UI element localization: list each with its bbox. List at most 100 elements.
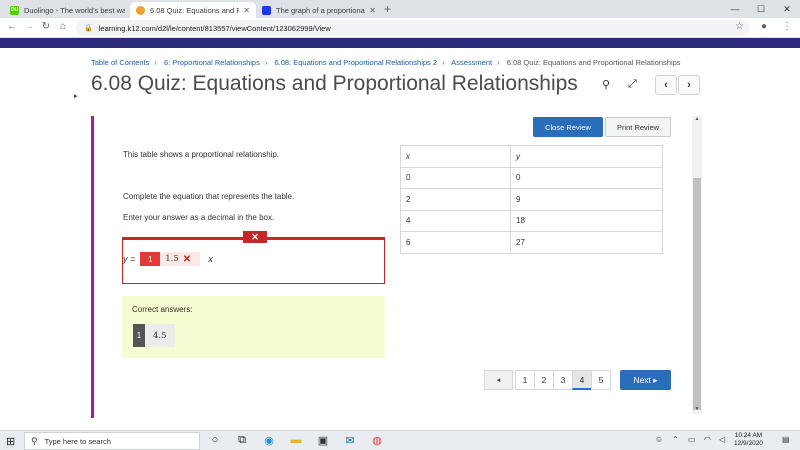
cortana-icon[interactable]: ○ <box>208 434 222 446</box>
duolingo-icon: DU <box>10 5 19 15</box>
file-explorer-icon[interactable]: ▬ <box>289 434 303 446</box>
brainly-icon <box>262 5 271 15</box>
breadcrumb-current: 6.08 Quiz: Equations and Proportional Re… <box>506 58 681 67</box>
equation-rhs: x <box>208 254 213 264</box>
next-button[interactable]: Next ▸ <box>620 370 671 390</box>
next-topic-button[interactable]: › <box>678 75 700 95</box>
show-hidden-icons-icon[interactable]: ⌃ <box>672 435 679 444</box>
breadcrumb: Table of Contents › 6: Proportional Relat… <box>91 58 681 67</box>
question-intro: This table shows a proportional relation… <box>123 150 280 159</box>
page-button-4[interactable]: 4 <box>572 370 592 390</box>
notifications-icon[interactable]: ▤ <box>782 435 790 444</box>
breadcrumb-link[interactable]: Table of Contents <box>91 58 149 67</box>
back-icon[interactable]: ← <box>5 21 19 32</box>
maximize-icon[interactable]: ☐ <box>748 0 774 18</box>
url-field[interactable]: 🔒 learning.k12.com/d2l/le/content/813557… <box>76 20 750 36</box>
clock-date: 12/9/2020 <box>734 440 763 447</box>
incorrect-x-icon: ✕ <box>182 253 192 265</box>
blank-number: 1 <box>140 252 161 266</box>
close-review-button[interactable]: Close Review <box>533 117 603 137</box>
table-cell: 4 <box>400 209 511 232</box>
site-header-bar <box>0 38 800 48</box>
minimize-icon[interactable]: — <box>722 0 748 18</box>
search-icon: ⚲ <box>31 435 38 446</box>
page-button-2[interactable]: 2 <box>534 370 554 390</box>
table-cell: 6 <box>400 231 511 254</box>
table-row: 0 0 <box>400 166 663 189</box>
volume-icon[interactable]: ◁ <box>719 435 725 444</box>
close-x-icon: ✕ <box>251 231 259 242</box>
new-tab-button[interactable]: + <box>384 2 391 16</box>
student-answer-value: 1.5 <box>165 254 179 264</box>
tab-title: The graph of a proportional relat <box>276 5 366 15</box>
student-answer-field: 1.5 ✕ <box>160 252 201 266</box>
side-panel-toggle-icon[interactable]: ▸ <box>74 92 78 100</box>
breadcrumb-link[interactable]: Assessment <box>451 58 492 67</box>
scroll-down-arrow-icon[interactable]: ▼ <box>692 406 702 414</box>
lock-icon: 🔒 <box>84 25 93 32</box>
table-cell: 0 <box>400 166 511 189</box>
previous-topic-button[interactable]: ‹ <box>655 75 677 95</box>
table-cell: 27 <box>510 231 663 254</box>
fullscreen-icon[interactable]: ⤢ <box>628 78 637 91</box>
question-instruction: Enter your answer as a decimal in the bo… <box>123 213 275 222</box>
table-header-row: x y <box>400 145 663 168</box>
bookmark-icon[interactable]: ⚲ <box>602 78 610 91</box>
scrollbar-thumb[interactable] <box>693 178 701 410</box>
windows-start-icon[interactable]: ⊞ <box>6 435 15 448</box>
tab-duolingo[interactable]: DU Duolingo - The world's best way ✕ <box>4 2 142 18</box>
scroll-up-arrow-icon[interactable]: ▲ <box>692 116 702 124</box>
breadcrumb-link[interactable]: 6: Proportional Relationships <box>164 58 260 67</box>
close-tab-icon[interactable]: ✕ <box>243 6 250 15</box>
table-cell: 18 <box>510 209 663 232</box>
equation-row: y = 1 1.5 ✕ x <box>123 252 213 266</box>
chevron-right-icon: › <box>687 79 691 91</box>
wifi-icon[interactable]: ◠ <box>704 435 711 444</box>
taskbar-search-placeholder: Type here to search <box>44 436 111 446</box>
url-text: learning.k12.com/d2l/le/content/813557/v… <box>98 23 331 33</box>
windows-taskbar: ⊞ ⚲ Type here to search ○ ⧉ ◉ ▬ ▣ ✉ ◍ ☺ … <box>0 430 800 450</box>
tab-brainly[interactable]: The graph of a proportional relat ✕ <box>256 2 382 18</box>
mail-icon[interactable]: ✉ <box>343 434 357 447</box>
chrome-icon[interactable]: ◍ <box>370 434 384 447</box>
breadcrumb-link[interactable]: 6.08: Equations and Proportional Relatio… <box>274 58 437 67</box>
tab-title: Duolingo - The world's best way <box>24 5 126 15</box>
tab-quiz[interactable]: 6.08 Quiz: Equations and Propor ✕ <box>130 2 256 18</box>
close-tab-icon[interactable]: ✕ <box>369 6 376 15</box>
page-button-3[interactable]: 3 <box>553 370 573 390</box>
close-window-icon[interactable]: ✕ <box>774 0 800 18</box>
previous-page-button[interactable]: ◂ <box>484 370 513 390</box>
equation-lhs: y = <box>123 254 136 264</box>
question-pagination: ◂ 1 2 3 4 5 <box>484 370 611 390</box>
browser-tab-bar: DU Duolingo - The world's best way ✕ 6.0… <box>0 0 800 18</box>
store-icon[interactable]: ▣ <box>316 434 330 447</box>
address-bar-row: ← → ↻ ⌂ 🔒 learning.k12.com/d2l/le/conten… <box>0 18 800 38</box>
taskbar-clock[interactable]: 10:24 AM 12/9/2020 <box>734 432 763 448</box>
page-button-1[interactable]: 1 <box>515 370 535 390</box>
home-icon[interactable]: ⌂ <box>56 21 70 32</box>
correct-answer-number: 1 <box>133 324 145 347</box>
print-review-button[interactable]: Print Review <box>605 117 671 137</box>
reload-icon[interactable]: ↻ <box>39 21 53 32</box>
profile-icon[interactable]: ● <box>761 21 767 32</box>
forward-icon[interactable]: → <box>22 21 36 32</box>
incorrect-badge: ✕ <box>243 231 267 243</box>
table-row: 6 27 <box>400 231 663 254</box>
chevron-left-icon: ‹ <box>664 79 668 91</box>
proportional-table: x y 0 0 2 9 4 18 6 27 <box>400 145 663 254</box>
edge-icon[interactable]: ◉ <box>262 434 276 447</box>
table-cell: 2 <box>400 188 511 211</box>
table-cell: 9 <box>510 188 663 211</box>
table-row: 2 9 <box>400 188 663 211</box>
battery-icon[interactable]: ▭ <box>688 435 696 444</box>
task-view-icon[interactable]: ⧉ <box>235 434 249 447</box>
column-header-y: y <box>510 145 663 168</box>
menu-icon[interactable]: ⋮ <box>782 21 792 32</box>
people-icon[interactable]: ☺ <box>655 435 663 444</box>
table-row: 4 18 <box>400 209 663 232</box>
taskbar-search-box[interactable]: ⚲ Type here to search <box>24 432 200 450</box>
bookmark-star-icon[interactable]: ☆ <box>735 21 744 32</box>
question-prompt: Complete the equation that represents th… <box>123 192 295 201</box>
page-button-5[interactable]: 5 <box>591 370 611 390</box>
column-header-x: x <box>400 145 511 168</box>
